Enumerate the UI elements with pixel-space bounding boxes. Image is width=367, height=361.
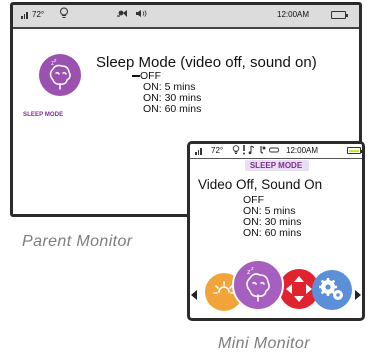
temperature: 72°	[32, 10, 45, 19]
sleep-mode-icon[interactable]: z z	[232, 259, 284, 311]
speaker-icon	[135, 9, 147, 20]
signal-icon	[21, 11, 28, 19]
clock: 12:00AM	[286, 146, 319, 155]
scroll-left-arrow-icon[interactable]	[191, 290, 197, 300]
mini-monitor-screen: 72° 12:00AM SLEEP MODE Video Off, Sound …	[187, 141, 365, 321]
clock: 12:00AM	[277, 10, 310, 19]
mini-monitor-caption: Mini Monitor	[218, 335, 310, 352]
alert-icon	[242, 145, 246, 157]
status-bar: 72° 12:00AM	[190, 144, 362, 159]
selection-indicator	[132, 75, 140, 77]
settings-icon[interactable]	[312, 270, 352, 310]
battery-icon	[347, 147, 362, 154]
loop-icon	[269, 146, 279, 156]
camera-icon	[116, 9, 128, 20]
sleep-mode-icon: z z	[39, 54, 81, 96]
music-icon	[248, 145, 256, 157]
battery-icon	[331, 11, 348, 19]
signal-icon	[195, 147, 202, 155]
menu-title: Video Off, Sound On	[198, 177, 323, 192]
svg-text:z: z	[54, 58, 57, 64]
temperature: 72°	[211, 146, 224, 155]
parent-monitor-caption: Parent Monitor	[22, 233, 133, 250]
sleep-mode-label: SLEEP MODE	[249, 161, 303, 170]
option-60-mins[interactable]: ON: 60 mins	[143, 104, 201, 115]
menu-title: Sleep Mode (video off, sound on)	[96, 54, 317, 71]
sleep-mode-label: SLEEP MODE	[23, 112, 64, 118]
scroll-right-arrow-icon[interactable]	[355, 290, 361, 300]
nightlight-icon	[232, 145, 240, 157]
option-60-mins[interactable]: ON: 60 mins	[243, 228, 301, 239]
vibrate-icon	[258, 145, 267, 157]
nightlight-icon	[59, 7, 69, 22]
status-bar: 72° 12:00AM	[13, 5, 359, 29]
svg-text:z: z	[251, 266, 254, 272]
